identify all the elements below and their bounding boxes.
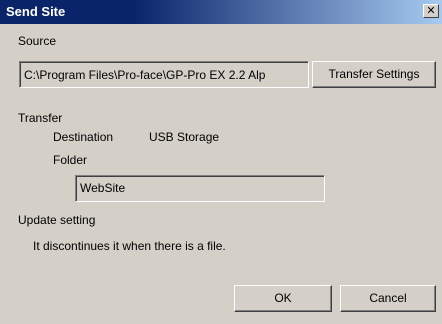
update-setting-description: It discontinues it when there is a file. bbox=[33, 239, 226, 253]
transfer-label: Transfer bbox=[18, 111, 63, 125]
destination-label: Destination bbox=[53, 130, 114, 144]
source-path-field[interactable]: C:\Program Files\Pro-face\GP-Pro EX 2.2 … bbox=[19, 61, 309, 88]
folder-label: Folder bbox=[53, 153, 88, 167]
folder-field[interactable]: WebSite bbox=[75, 175, 325, 202]
destination-value: USB Storage bbox=[149, 130, 220, 144]
cancel-button[interactable]: Cancel bbox=[340, 285, 436, 312]
send-site-dialog: Send Site ✕ Source C:\Program Files\Pro-… bbox=[0, 0, 442, 324]
close-icon: ✕ bbox=[426, 4, 436, 17]
transfer-settings-button[interactable]: Transfer Settings bbox=[312, 61, 436, 88]
source-label: Source bbox=[18, 34, 57, 48]
ok-button[interactable]: OK bbox=[234, 285, 332, 312]
close-button[interactable]: ✕ bbox=[423, 4, 439, 18]
title-bar[interactable]: Send Site ✕ bbox=[0, 0, 442, 24]
update-setting-label: Update setting bbox=[18, 213, 96, 227]
window-title: Send Site bbox=[6, 4, 66, 19]
